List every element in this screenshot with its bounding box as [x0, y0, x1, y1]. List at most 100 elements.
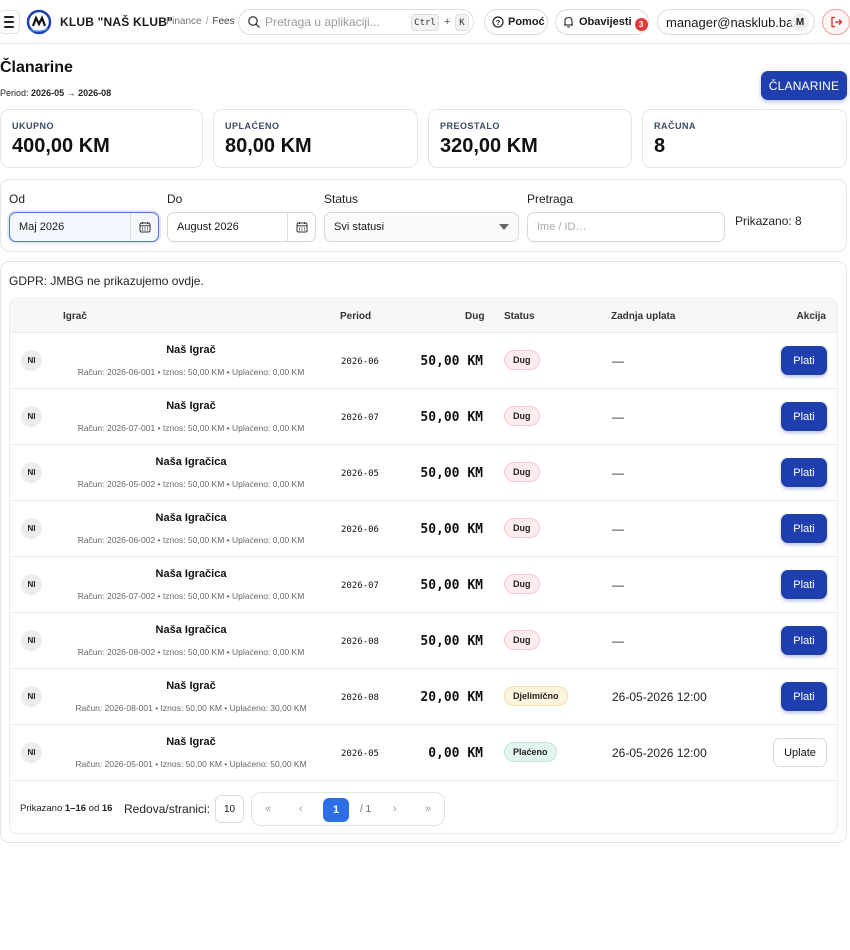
to-label: Do — [167, 192, 183, 206]
avatar: NI — [21, 742, 42, 763]
last-payment-cell: — — [612, 354, 624, 368]
to-month-field[interactable]: August 2026 — [167, 212, 316, 242]
fees-card: GDPR: JMBG ne prikazujemo ovdje. Igrač P… — [0, 261, 847, 843]
column-header-player[interactable]: Igrač — [63, 311, 87, 322]
next-page-button[interactable]: › — [393, 803, 397, 815]
table-header: Igrač Period Dug Status Zadnja uplata Ak… — [10, 299, 837, 333]
stat-invoices: RAČUNA 8 — [642, 109, 847, 168]
breadcrumb-fees[interactable]: Fees — [212, 16, 234, 27]
avatar: NI — [21, 462, 42, 483]
pay-button[interactable]: Plati — [781, 626, 827, 655]
avatar: NI — [21, 630, 42, 651]
rows-per-page-select[interactable]: 10 — [215, 795, 244, 823]
player-name: Naša Igračica — [155, 568, 227, 580]
pagination-info-prefix: Prikazano — [20, 803, 63, 814]
stat-label: PREOSTALO — [440, 121, 500, 131]
calendar-icon[interactable] — [287, 213, 315, 241]
page-navigation: « ‹ 1 / 1 › » — [251, 792, 445, 826]
search-label: Pretraga — [527, 192, 574, 206]
column-header-period[interactable]: Period — [340, 311, 371, 322]
global-search-input[interactable] — [265, 13, 405, 31]
period-cell: 2026-05 — [341, 469, 379, 479]
stat-label: UPLAĆENO — [225, 121, 280, 131]
top-bar: KLUB "NAŠ KLUB" Finance/Fees Ctrl + K ? … — [0, 0, 850, 44]
rows-per-page-label: Redova/stranici: — [124, 802, 211, 816]
debt-cell: 50,00 KM — [420, 410, 483, 425]
stat-total: UKUPNO 400,00 KM — [0, 109, 203, 168]
shortcut-ctrl: Ctrl — [411, 14, 439, 31]
invoice-details: Račun: 2026-06-002 • Iznos: 50,00 KM • U… — [77, 535, 305, 545]
last-payment-cell: — — [612, 578, 624, 592]
avatar: NI — [21, 406, 42, 427]
invoice-details: Račun: 2026-05-001 • Iznos: 50,00 KM • U… — [75, 759, 307, 769]
pagination-info-total: 16 — [101, 803, 113, 814]
calendar-icon[interactable] — [130, 213, 158, 241]
player-name: Naša Igračica — [155, 624, 227, 636]
invoice-details: Račun: 2026-07-002 • Iznos: 50,00 KM • U… — [77, 591, 305, 601]
debt-cell: 50,00 KM — [420, 354, 483, 369]
status-label: Status — [324, 192, 359, 206]
breadcrumb-finance[interactable]: Finance — [166, 16, 202, 27]
invoice-details: Račun: 2026-05-002 • Iznos: 50,00 KM • U… — [77, 479, 305, 489]
stat-value: 400,00 KM — [12, 135, 110, 157]
help-button[interactable]: ? Pomoć — [484, 9, 548, 35]
last-page-button[interactable]: » — [425, 803, 431, 815]
player-name: Naš Igrač — [166, 344, 216, 356]
status-badge: Dug — [504, 462, 540, 482]
last-payment-cell: — — [612, 410, 624, 424]
help-label: Pomoć — [508, 16, 545, 28]
notifications-count-badge: 3 — [634, 17, 648, 31]
global-search[interactable]: Ctrl + K — [238, 9, 474, 35]
shown-count: Prikazano: 8 — [735, 214, 802, 228]
invoice-details: Račun: 2026-06-001 • Iznos: 50,00 KM • U… — [77, 367, 305, 377]
user-menu[interactable]: manager@nasklub.ba M — [657, 9, 815, 35]
status-badge: Plaćeno — [504, 742, 557, 762]
status-select[interactable]: Svi statusi — [324, 212, 519, 242]
notifications-button[interactable]: Obavijesti 3 — [555, 9, 649, 35]
clanarine-button[interactable]: ČLANARINE — [761, 71, 847, 100]
prev-page-button[interactable]: ‹ — [299, 803, 303, 815]
pay-button[interactable]: Plati — [781, 570, 827, 599]
stat-label: RAČUNA — [654, 121, 696, 131]
period-cell: 2026-07 — [341, 581, 379, 591]
table-row: NI Naša Igračica Račun: 2026-05-002 • Iz… — [10, 445, 837, 501]
payments-button[interactable]: Uplate — [773, 738, 827, 767]
avatar: NI — [21, 350, 42, 371]
period-cell: 2026-08 — [341, 693, 379, 703]
period-cell: 2026-05 — [341, 749, 379, 759]
table-row: NI Naša Igračica Račun: 2026-06-002 • Iz… — [10, 501, 837, 557]
search-field[interactable] — [527, 212, 725, 242]
column-header-status[interactable]: Status — [504, 311, 535, 322]
page-count: / 1 — [360, 804, 372, 815]
stat-remaining: PREOSTALO 320,00 KM — [428, 109, 632, 168]
debt-cell: 50,00 KM — [420, 466, 483, 481]
period-prefix: Period: — [0, 88, 29, 98]
pay-button[interactable]: Plati — [781, 514, 827, 543]
breadcrumb: Finance / Fees — [166, 16, 235, 27]
column-header-debt[interactable]: Dug — [465, 311, 484, 322]
search-icon — [248, 16, 260, 28]
from-label: Od — [9, 192, 26, 206]
column-header-last-payment[interactable]: Zadnja uplata — [611, 311, 675, 322]
page-title: Članarine — [0, 59, 73, 76]
table-row: NI Naš Igrač Račun: 2026-05-001 • Iznos:… — [10, 725, 837, 781]
period-cell: 2026-07 — [341, 413, 379, 423]
from-month-field[interactable]: Maj 2026 — [9, 212, 159, 242]
stat-value: 320,00 KM — [440, 135, 538, 157]
logout-button[interactable] — [822, 9, 850, 35]
pay-button[interactable]: Plati — [781, 458, 827, 487]
avatar: NI — [21, 574, 42, 595]
pay-button[interactable]: Plati — [781, 346, 827, 375]
search-input[interactable] — [537, 221, 687, 233]
pagination-info-of: od — [88, 803, 100, 814]
menu-icon[interactable] — [0, 10, 20, 34]
current-page-button[interactable]: 1 — [323, 798, 349, 822]
debt-cell: 50,00 KM — [420, 634, 483, 649]
debt-cell: 50,00 KM — [420, 578, 483, 593]
first-page-button[interactable]: « — [265, 803, 271, 815]
pay-button[interactable]: Plati — [781, 402, 827, 431]
pay-button[interactable]: Plati — [781, 682, 827, 711]
last-payment-cell: 26-05-2026 12:00 — [612, 746, 707, 760]
last-payment-cell: — — [612, 522, 624, 536]
to-month-value: August 2026 — [177, 221, 239, 233]
